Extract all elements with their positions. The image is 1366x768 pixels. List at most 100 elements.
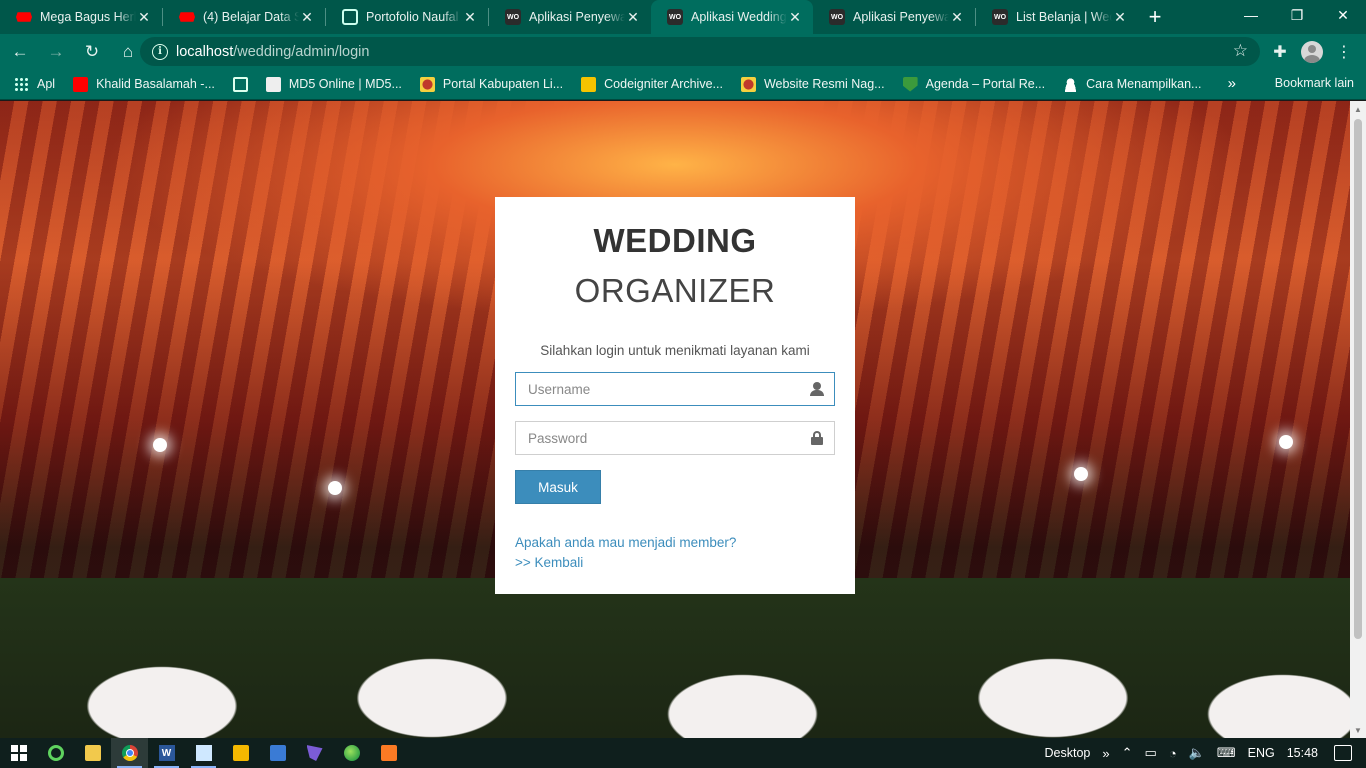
tab-close-icon[interactable]: ✕ [299,9,315,26]
browser-tab[interactable]: WO Aplikasi Penyewaan ✕ [813,0,975,34]
bookmark-label: MD5 Online | MD5... [288,77,402,91]
volume-icon[interactable]: 🔈 [1189,745,1205,761]
taskbar-app[interactable] [333,738,370,768]
string-light [1279,435,1293,449]
windows-icon [10,745,27,761]
tab-title: Aplikasi Penyewaan [853,10,949,24]
word-icon: W [158,745,175,761]
desktop-toolbar-label[interactable]: Desktop [1045,746,1091,760]
youtube-icon [179,12,195,22]
login-message: Silahkan login untuk menikmati layanan k… [540,343,810,358]
other-bookmarks-label: Bookmark lain [1274,76,1354,90]
taskbar-app[interactable] [296,738,333,768]
url-path: /wedding/admin/login [233,43,370,60]
scroll-down-icon[interactable]: ▼ [1350,722,1366,738]
tab-close-icon[interactable]: ✕ [1112,9,1128,26]
bookmark-item[interactable]: MD5 Online | MD5... [265,76,402,92]
username-field[interactable] [515,372,835,406]
wifi-icon[interactable]: ◔ [1169,746,1177,761]
close-window-icon[interactable]: ✕ [1320,0,1366,30]
battery-icon[interactable]: ▭ [1145,745,1157,761]
scroll-up-icon[interactable]: ▲ [1350,101,1366,117]
login-links: Apakah anda mau menjadi member? >> Kemba… [515,533,835,573]
venue-ground [0,578,1350,738]
browser-tab[interactable]: WO List Belanja | Wedding ✕ [976,0,1138,34]
browser-toolbar: ← → ↻ ⌂ i localhost/wedding/admin/login … [0,34,1366,69]
menu-dots-icon[interactable]: ⋮ [1328,34,1360,69]
clock[interactable]: 15:48 [1287,746,1318,760]
browser-tab[interactable]: (4) Belajar Data Science ✕ [163,0,325,34]
bookmarks-overflow-icon[interactable]: » [1228,75,1236,92]
bookmark-item[interactable]: Agenda – Portal Re... [902,76,1046,92]
wo-icon: WO [992,9,1008,25]
login-button[interactable]: Masuk [515,470,601,504]
bookmark-item[interactable]: Cara Menampilkan... [1063,76,1201,92]
browser-tab-active[interactable]: WO Aplikasi Wedding Organizer ✕ [651,0,813,34]
browser-tab[interactable]: Mega Bagus Herlambang ✕ [0,0,162,34]
profile-avatar[interactable] [1296,34,1328,69]
back-icon[interactable]: ← [4,36,36,68]
wo-icon: WO [505,9,521,25]
forward-icon[interactable]: → [40,36,72,68]
maximize-icon[interactable]: ❐ [1274,0,1320,30]
taskbar-app[interactable] [74,738,111,768]
url-host: localhost [176,43,234,60]
bookmark-item[interactable]: Codeigniter Archive... [581,76,723,92]
string-light [328,481,342,495]
other-bookmarks[interactable]: Bookmark lain [1275,76,1354,90]
bookmark-apps[interactable]: Apl [14,76,55,92]
desktop-expand-icon[interactable]: » [1102,746,1109,761]
browser-tab[interactable]: Portofolio Naufal Azhar ✕ [326,0,488,34]
extensions-icon[interactable]: ✚ [1264,34,1296,69]
browser-tab[interactable]: WO Aplikasi Penyewaan ✕ [489,0,651,34]
tab-close-icon[interactable]: ✕ [462,9,478,26]
bookmark-item[interactable]: Website Resmi Nag... [740,76,885,92]
tab-close-icon[interactable]: ✕ [625,9,641,26]
taskbar-app-chrome[interactable] [111,738,148,768]
site-info-icon[interactable]: i [152,43,168,60]
page-scrollbar[interactable]: ▲ ▼ [1350,101,1366,738]
address-bar[interactable]: i localhost/wedding/admin/login ☆ [140,37,1260,66]
taskbar-app[interactable] [222,738,259,768]
globe-icon [342,9,358,25]
system-tray: Desktop » ⌃ ▭ ◔ 🔈 ⌨ ENG 15:48 [1039,738,1366,768]
taskbar-app[interactable] [185,738,222,768]
lock-icon [810,431,824,445]
taskbar-app[interactable] [37,738,74,768]
notepad-icon [195,745,212,761]
bookmark-item[interactable]: Khalid Basalamah -... [73,76,215,92]
bookmark-item[interactable] [232,76,256,92]
notification-icon[interactable] [1334,745,1352,761]
register-member-link[interactable]: Apakah anda mau menjadi member? [515,533,835,553]
tray-overflow-icon[interactable]: ⌃ [1122,745,1133,761]
minimize-icon[interactable]: — [1228,0,1274,30]
scroll-thumb[interactable] [1354,119,1362,639]
username-input[interactable] [516,373,834,405]
password-input[interactable] [516,422,834,454]
tab-close-icon[interactable]: ✕ [787,9,803,26]
back-link[interactable]: >> Kembali [515,553,835,573]
taskbar-app[interactable]: W [148,738,185,768]
youtube-icon [16,12,32,22]
bookmark-star-icon[interactable]: ☆ [1233,41,1248,61]
tab-close-icon[interactable]: ✕ [949,9,965,26]
start-button[interactable] [0,738,37,768]
codeigniter-icon [581,76,597,92]
bookmark-label: Agenda – Portal Re... [925,77,1046,91]
new-tab-icon[interactable]: + [1138,0,1172,34]
taskbar-app[interactable] [259,738,296,768]
tab-close-icon[interactable]: ✕ [136,9,152,26]
bookmark-item[interactable]: Portal Kabupaten Li... [419,76,563,92]
youtube-icon [73,76,89,92]
keyboard-icon[interactable]: ⌨ [1217,745,1236,761]
windows-taskbar: W Desktop » ⌃ ▭ ◔ 🔈 ⌨ ENG 15:48 [0,738,1366,768]
taskbar-app[interactable] [370,738,407,768]
portal-icon [419,76,435,92]
string-light [153,438,167,452]
password-field[interactable] [515,421,835,455]
browser-globe-icon [343,745,360,761]
globe-icon [232,76,248,92]
language-indicator[interactable]: ENG [1248,746,1275,760]
reload-icon[interactable]: ↻ [76,36,108,68]
xampp-icon [380,745,397,761]
